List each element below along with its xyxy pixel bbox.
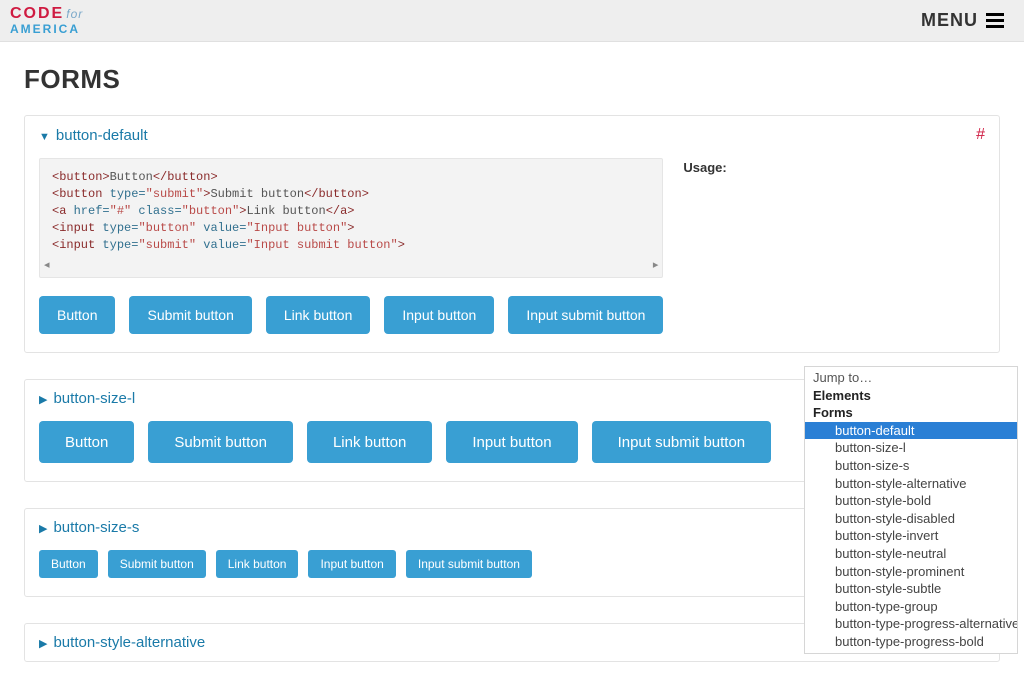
button-default[interactable]: Button [39, 296, 115, 334]
link-button-default[interactable]: Link button [266, 296, 371, 334]
triangle-down-icon: ▼ [39, 131, 50, 143]
input-submit-button-default[interactable]: Input submit button [508, 296, 663, 334]
section-toggle-button-default[interactable]: ▼ button-default # [25, 116, 999, 154]
button-small[interactable]: Button [39, 550, 98, 578]
triangle-right-icon: ▶ [39, 638, 47, 650]
anchor-link[interactable]: # [976, 126, 985, 144]
hamburger-icon [986, 13, 1004, 28]
section-title: button-style-alternative [53, 634, 205, 651]
jump-to-panel: Jump to… Elements Forms button-default b… [804, 366, 1018, 654]
jump-item[interactable]: button-size-l [805, 439, 1017, 457]
section-title: button-size-l [53, 390, 135, 407]
section-title: button-size-s [53, 519, 139, 536]
input-submit-button-large[interactable]: Input submit button [592, 421, 772, 463]
jump-category-elements[interactable]: Elements [805, 387, 1017, 405]
usage-label: Usage: [683, 154, 985, 175]
input-button-small[interactable]: Input button [308, 550, 395, 578]
jump-item[interactable]: button-style-alternative [805, 475, 1017, 493]
menu-button[interactable]: MENU [921, 10, 1004, 31]
jump-to-header: Jump to… [805, 367, 1017, 387]
logo-word-america: AMERICA [10, 23, 83, 36]
triangle-right-icon: ▶ [39, 523, 47, 535]
section-title: button-default [56, 127, 148, 144]
jump-item[interactable]: button-style-neutral [805, 545, 1017, 563]
button-large[interactable]: Button [39, 421, 134, 463]
logo-word-code: CODE [10, 5, 64, 22]
jump-item[interactable]: button-style-prominent [805, 563, 1017, 581]
jump-item[interactable]: button-style-invert [805, 527, 1017, 545]
code-scrollbar[interactable]: ◂▸ [44, 259, 658, 274]
triangle-right-icon: ▶ [39, 394, 47, 406]
button-row-default: Button Submit button Link button Input b… [39, 296, 985, 334]
logo-word-for: for [66, 7, 83, 21]
link-button-small[interactable]: Link button [216, 550, 299, 578]
jump-item[interactable]: button-type-progress-alternative [805, 615, 1017, 633]
jump-item[interactable]: button-size-s [805, 457, 1017, 475]
jump-category-forms[interactable]: Forms [805, 404, 1017, 422]
section-button-default: ▼ button-default # <button>Button</button… [24, 115, 1000, 353]
submit-button-default[interactable]: Submit button [129, 296, 251, 334]
menu-label: MENU [921, 10, 978, 31]
jump-item[interactable]: button-style-subtle [805, 580, 1017, 598]
jump-item[interactable]: button-style-bold [805, 492, 1017, 510]
jump-item[interactable]: button-default [805, 422, 1017, 440]
jump-item[interactable]: button-type-progress-default [805, 651, 1017, 655]
link-button-large[interactable]: Link button [307, 421, 432, 463]
top-header: CODEfor AMERICA MENU [0, 0, 1024, 42]
jump-item[interactable]: button-style-disabled [805, 510, 1017, 528]
input-button-large[interactable]: Input button [446, 421, 577, 463]
input-submit-button-small[interactable]: Input submit button [406, 550, 532, 578]
page-title: FORMS [24, 64, 1000, 95]
submit-button-small[interactable]: Submit button [108, 550, 206, 578]
jump-item[interactable]: button-type-group [805, 598, 1017, 616]
logo[interactable]: CODEfor AMERICA [10, 6, 83, 35]
jump-item[interactable]: button-type-progress-bold [805, 633, 1017, 651]
code-example[interactable]: <button>Button</button> <button type="su… [39, 158, 663, 278]
input-button-default[interactable]: Input button [384, 296, 494, 334]
submit-button-large[interactable]: Submit button [148, 421, 293, 463]
